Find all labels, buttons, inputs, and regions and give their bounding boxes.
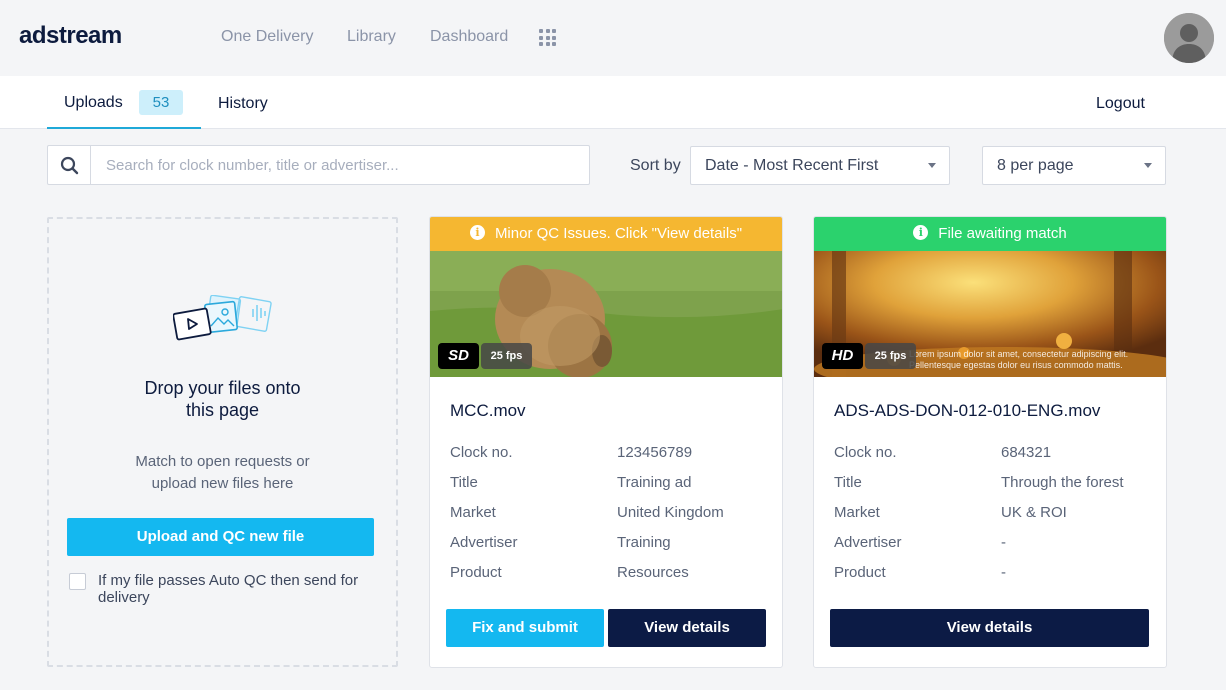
search-icon[interactable] — [48, 146, 91, 184]
per-page-select-value: 8 per page — [997, 157, 1074, 174]
nav-dashboard[interactable]: Dashboard — [430, 28, 508, 46]
video-thumbnail[interactable]: Lorem ipsum dolor sit amet, consectetur … — [814, 251, 1166, 377]
auto-qc-delivery-label: If my file passes Auto QC then send for … — [98, 572, 359, 606]
per-page-select[interactable]: 8 per page — [982, 146, 1166, 185]
quality-badge: SD — [438, 343, 479, 369]
metadata-row: Title Through the forest — [834, 474, 1124, 491]
metadata-row: Advertiser - — [834, 534, 1006, 551]
metadata-row: Product - — [834, 564, 1006, 581]
auto-qc-delivery-checkbox[interactable] — [69, 573, 86, 590]
metadata-row: Market United Kingdom — [450, 504, 724, 521]
nav-library[interactable]: Library — [347, 28, 396, 46]
metadata-row: Product Resources — [450, 564, 689, 581]
metadata-list: Clock no. 123456789 Title Training ad Mark… — [450, 444, 770, 594]
match-status-banner: File awaiting match — [814, 217, 1166, 251]
fps-badge: 25 fps — [481, 343, 532, 369]
search-input[interactable] — [92, 146, 588, 184]
info-icon — [469, 225, 485, 240]
chevron-down-icon — [1144, 163, 1152, 168]
metadata-list: Clock no. 684321 Title Through the forest … — [834, 444, 1154, 594]
chevron-down-icon — [928, 163, 936, 168]
drop-subtitle: Match to open requests or upload new fil… — [135, 453, 310, 492]
fps-badge: 25 fps — [865, 343, 916, 369]
search-box — [47, 145, 590, 185]
upload-card: Minor QC Issues. Click "View details" SD… — [429, 216, 783, 668]
upload-and-qc-button[interactable]: Upload and QC new file — [67, 518, 374, 556]
metadata-row: Clock no. 684321 — [834, 444, 1052, 461]
tab-history[interactable]: History — [218, 95, 268, 113]
metadata-row: Title Training ad — [450, 474, 692, 491]
upload-card: File awaiting match Lorem ipsum dolor si… — [813, 216, 1167, 668]
view-details-button[interactable]: View details — [830, 609, 1149, 647]
nav-one-delivery[interactable]: One Delivery — [221, 28, 313, 46]
metadata-row: Advertiser Training — [450, 534, 671, 551]
media-files-icon — [173, 295, 272, 341]
metadata-row: Market UK & ROI — [834, 504, 1067, 521]
drop-title: Drop your files onto this page — [144, 378, 301, 420]
file-drop-zone[interactable]: Drop your files onto this page Match to … — [47, 217, 398, 667]
file-name[interactable]: MCC.mov — [450, 401, 526, 421]
logout-link[interactable]: Logout — [1096, 95, 1145, 113]
tab-uploads-label: Uploads — [64, 94, 123, 111]
sort-select[interactable]: Date - Most Recent First — [690, 146, 950, 185]
sort-by-label: Sort by — [630, 157, 681, 174]
quality-badge: HD — [822, 343, 863, 369]
file-name[interactable]: ADS-ADS-DON-012-010-ENG.mov — [834, 401, 1100, 421]
top-navigation-bar: adstream One Delivery Library Dashboard — [0, 0, 1226, 76]
qc-status-banner: Minor QC Issues. Click "View details" — [430, 217, 782, 251]
metadata-row: Clock no. 123456789 — [450, 444, 693, 461]
user-avatar-icon[interactable] — [1164, 13, 1214, 63]
apps-grid-icon[interactable] — [539, 29, 556, 46]
tab-uploads[interactable]: Uploads 53 — [47, 76, 201, 129]
tab-bar: Uploads 53 History Logout — [0, 76, 1226, 129]
video-subtitle-overlay: Lorem ipsum dolor sit amet, consectetur … — [909, 349, 1129, 370]
video-thumbnail[interactable]: SD 25 fps — [430, 251, 782, 377]
sort-select-value: Date - Most Recent First — [705, 157, 879, 174]
uploads-count-badge: 53 — [139, 90, 183, 115]
info-icon — [913, 225, 929, 240]
fix-and-submit-button[interactable]: Fix and submit — [446, 609, 604, 647]
adstream-logo[interactable]: adstream — [19, 22, 122, 50]
view-details-button[interactable]: View details — [608, 609, 766, 647]
